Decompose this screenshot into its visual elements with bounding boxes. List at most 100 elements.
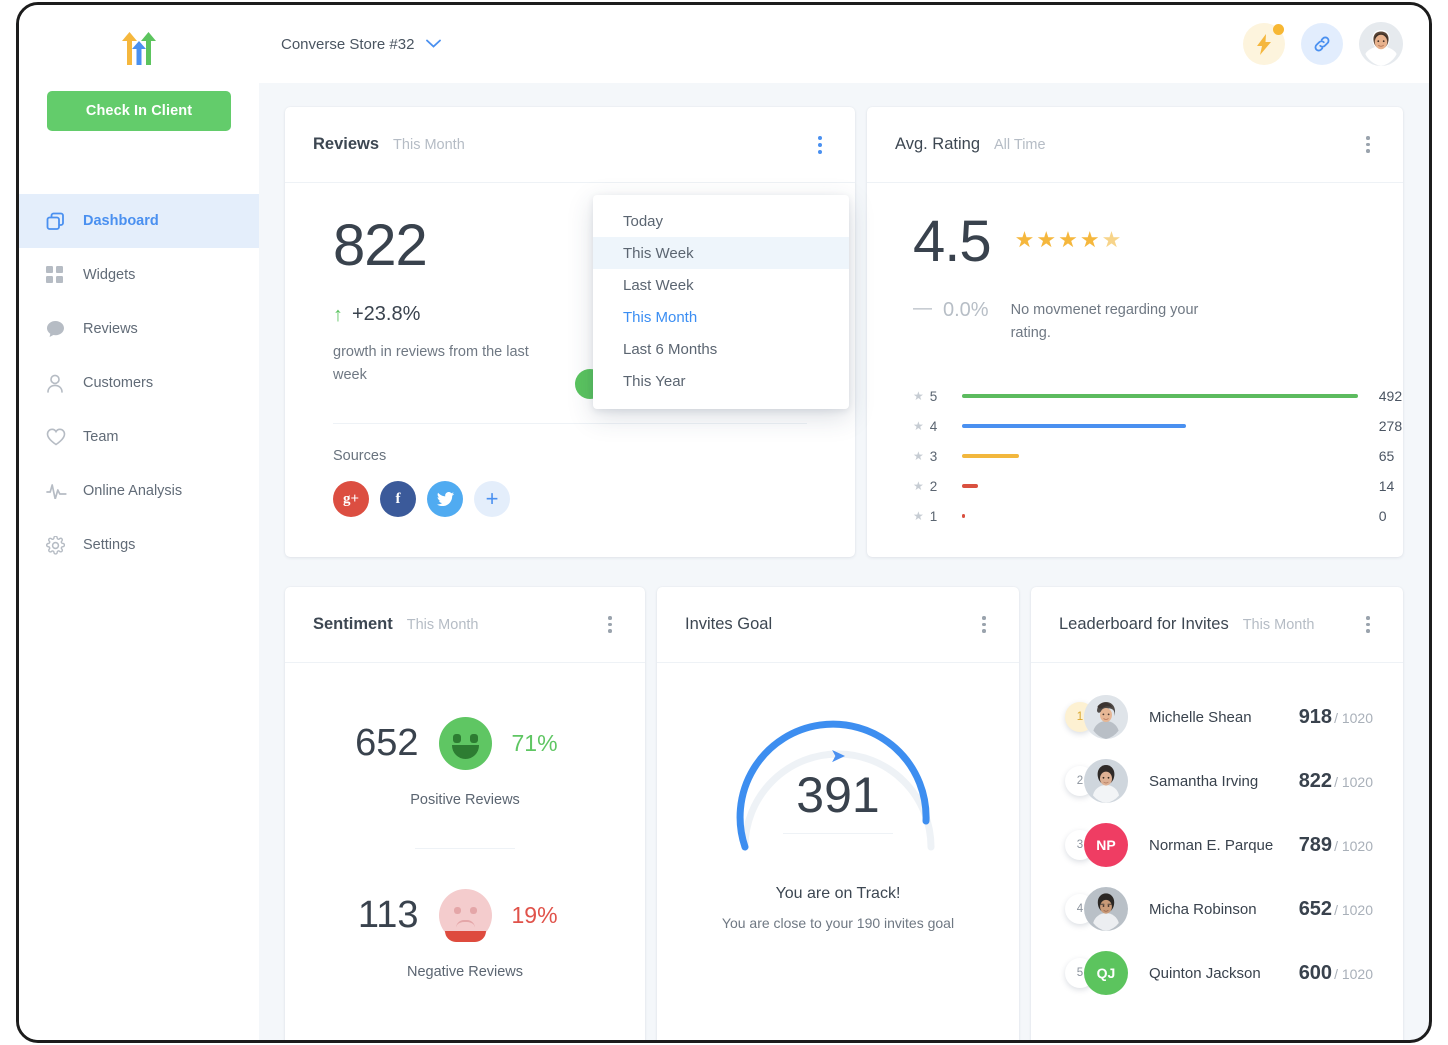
sentiment-card-menu-button[interactable] xyxy=(597,610,623,640)
reviews-primary-stat: 822 ↑ +23.8% growth in reviews from the … xyxy=(333,217,575,387)
widgets-icon xyxy=(46,266,72,284)
twitter-icon[interactable] xyxy=(427,481,463,518)
invites-goal-center: ➤ 391 xyxy=(727,747,949,834)
sidebar-item-label: Widgets xyxy=(83,267,136,283)
user-avatar-button[interactable] xyxy=(1359,22,1403,66)
rating-bar-track xyxy=(961,484,1366,489)
dropdown-item-this-week[interactable]: This Week xyxy=(593,237,849,269)
dropdown-item-last-week[interactable]: Last Week xyxy=(593,269,849,301)
sidebar-item-widgets[interactable]: Widgets xyxy=(19,248,259,302)
reviews-value: 822 xyxy=(333,213,428,278)
leaderboard-row[interactable]: 1 Michelle Shean 918/ 1020 xyxy=(1065,685,1373,749)
star-icon: ★ xyxy=(913,479,924,494)
leaderboard-row[interactable]: 4 Micha Robinson 652/ 1020 xyxy=(1065,877,1373,941)
check-in-client-wrap: Check In Client xyxy=(19,77,259,131)
sidebar-item-online-analysis[interactable]: Online Analysis xyxy=(19,464,259,518)
add-source-button[interactable]: + xyxy=(474,481,510,518)
invites-goal-card-menu-button[interactable] xyxy=(971,610,997,640)
link-icon xyxy=(1314,36,1330,52)
dropdown-item-this-year[interactable]: This Year xyxy=(593,365,849,397)
rating-distribution-chart: ★ 5 492 ★ 4 278 ★ 3 65 ★ 2 14 ★ 1 0 xyxy=(867,381,1403,531)
user-icon xyxy=(46,374,72,393)
leaderboard-score-value: 652 xyxy=(1298,897,1333,920)
chat-bubble-icon xyxy=(46,320,72,338)
lightning-bolt-button[interactable] xyxy=(1243,23,1285,65)
negative-caption: Negative Reviews xyxy=(406,963,524,980)
user-avatar-icon xyxy=(1359,22,1403,66)
reviews-delta-value: +23.8% xyxy=(352,303,421,325)
facebook-icon[interactable]: f xyxy=(380,481,416,518)
invites-goal-card: Invites Goal ➤ 391 You are on Track! You… xyxy=(657,587,1019,1040)
dropdown-item-this-month[interactable]: This Month xyxy=(593,301,849,333)
sidebar-item-label: Team xyxy=(83,429,119,445)
sidebar-item-dashboard[interactable]: Dashboard xyxy=(19,194,259,248)
leaderboard-rank-avatar: 4 xyxy=(1065,887,1137,931)
gear-icon xyxy=(46,535,72,555)
star-icon: ★ xyxy=(913,449,924,464)
sentiment-card-period[interactable]: This Month xyxy=(407,617,479,633)
main-area: Converse Store #32 Reviews This Month 82… xyxy=(259,5,1429,1040)
sidebar-item-reviews[interactable]: Reviews xyxy=(19,302,259,356)
leaderboard-row[interactable]: 2 Samantha Irving 822/ 1020 xyxy=(1065,749,1373,813)
avg-rating-card-menu-button[interactable] xyxy=(1355,130,1381,160)
sentiment-card-header: Sentiment This Month xyxy=(285,587,645,663)
reviews-card-menu-button[interactable] xyxy=(807,130,833,160)
rating-bar-row: ★ 1 0 xyxy=(913,501,1403,531)
heart-icon xyxy=(46,428,72,446)
rating-bar-value: 65 xyxy=(1378,448,1395,465)
avg-rating-card-period[interactable]: All Time xyxy=(994,137,1046,153)
sidebar: Check In Client Dashboard Widgets Review xyxy=(19,5,259,1040)
period-dropdown-menu[interactable]: Today This Week Last Week This Month Las… xyxy=(593,195,849,409)
leaderboard-rank-avatar: 2 xyxy=(1065,759,1137,803)
star-icon: ★ xyxy=(913,509,924,524)
sentiment-card: Sentiment This Month 652 71% Positive Re… xyxy=(285,587,645,1040)
star-rating: ★ ★ ★ ★ ★ xyxy=(1015,229,1122,251)
sentiment-positive-block: 652 71% Positive Reviews xyxy=(285,716,645,808)
sidebar-item-team[interactable]: Team xyxy=(19,410,259,464)
leaderboard-card-period[interactable]: This Month xyxy=(1243,617,1315,633)
sidebar-item-label: Reviews xyxy=(83,321,138,337)
sidebar-item-customers[interactable]: Customers xyxy=(19,356,259,410)
app-window: Check In Client Dashboard Widgets Review xyxy=(16,2,1432,1043)
invites-goal-gauge: ➤ 391 xyxy=(727,695,949,855)
store-selector[interactable]: Converse Store #32 xyxy=(281,35,442,53)
three-arrows-logo-icon xyxy=(122,32,156,65)
sentiment-positive-row: 652 71% xyxy=(349,716,582,770)
rating-bar-row: ★ 2 14 xyxy=(913,471,1403,501)
leaderboard-rank-avatar: 1 xyxy=(1065,695,1137,739)
leaderboard-score-value: 822 xyxy=(1298,769,1333,792)
positive-count: 652 xyxy=(355,721,419,764)
rating-bar-label: 1 xyxy=(929,508,938,524)
sentiment-card-title: Sentiment xyxy=(313,615,393,633)
leaderboard-score-total: / 1020 xyxy=(1334,837,1373,854)
avg-rating-delta-row: — 0.0% No movmenet regarding your rating… xyxy=(867,298,1403,345)
avg-rating-headline: 4.5 ★ ★ ★ ★ ★ xyxy=(867,213,1403,271)
sidebar-item-label: Settings xyxy=(83,537,136,553)
leaderboard-score: 822/ 1020 xyxy=(1299,770,1373,793)
avatar-initials: NP xyxy=(1084,823,1128,867)
leaderboard-score-total: / 1020 xyxy=(1334,773,1373,790)
dropdown-item-last-6-months[interactable]: Last 6 Months xyxy=(593,333,849,365)
avg-rating-card-header: Avg. Rating All Time xyxy=(867,107,1403,183)
rating-bar-value: 278 xyxy=(1378,418,1403,435)
arrow-up-icon: ↑ xyxy=(333,303,343,326)
leaderboard-name: Michelle Shean xyxy=(1149,708,1252,726)
copy-link-button[interactable] xyxy=(1301,23,1343,65)
leaderboard-row[interactable]: 5 QJ Quinton Jackson 600/ 1020 xyxy=(1065,941,1373,1005)
check-in-client-button[interactable]: Check In Client xyxy=(47,91,231,131)
invites-goal-status: You are on Track! xyxy=(775,885,901,902)
bottom-row: Sentiment This Month 652 71% Positive Re… xyxy=(285,587,1403,1040)
leaderboard-card-menu-button[interactable] xyxy=(1355,610,1381,640)
leaderboard-score-total: / 1020 xyxy=(1334,901,1373,918)
rating-bar-track xyxy=(961,424,1366,429)
reviews-card-period[interactable]: This Month xyxy=(393,137,465,153)
sidebar-item-settings[interactable]: Settings xyxy=(19,518,259,572)
rating-bar-row: ★ 5 492 xyxy=(913,381,1403,411)
dropdown-item-today[interactable]: Today xyxy=(593,205,849,237)
google-plus-icon[interactable]: g+ xyxy=(333,481,369,518)
rating-bar-fill xyxy=(961,514,965,519)
dashboard-icon xyxy=(46,212,72,231)
rating-bar-fill xyxy=(961,394,1358,399)
leaderboard-row[interactable]: 3 NP Norman E. Parque 789/ 1020 xyxy=(1065,813,1373,877)
sidebar-item-label: Customers xyxy=(83,375,154,391)
